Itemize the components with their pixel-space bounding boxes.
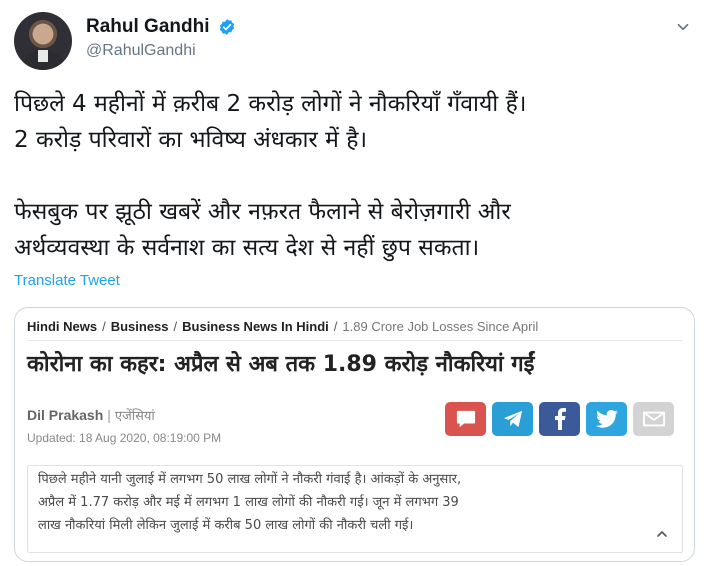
- twitter-icon: [595, 409, 618, 428]
- telegram-share-button[interactable]: [492, 402, 533, 436]
- tweet-line: 2 करोड़ परिवारों का भविष्य अंधकार में है…: [14, 127, 368, 153]
- tweet-body: पिछले 4 महीनों में क़रीब 2 करोड़ लोगों न…: [14, 86, 694, 266]
- verified-badge-icon: [219, 19, 234, 35]
- breadcrumb-item[interactable]: Business: [111, 319, 169, 334]
- tweet-line: अर्थव्यवस्था के सर्वनाश का सत्य देश से न…: [14, 235, 480, 261]
- tweet-line: फेसबुक पर झूठी खबरें और नफ़रत फैलाने से …: [14, 199, 511, 225]
- breadcrumb: Hindi News / Business / Business News In Hin…: [27, 319, 538, 334]
- byline-separator: |: [107, 407, 111, 423]
- chevron-down-icon[interactable]: [674, 18, 692, 36]
- telegram-icon: [503, 410, 522, 428]
- twitter-share-button[interactable]: [586, 402, 627, 436]
- author-block: Rahul Gandhi @RahulGandhi: [86, 16, 236, 60]
- avatar[interactable]: [14, 12, 72, 70]
- excerpt-line: पिछले महीने यानी जुलाई में लगभग 50 लाख ल…: [38, 472, 462, 487]
- breadcrumb-current: 1.89 Crore Job Losses Since April: [342, 319, 539, 334]
- avatar-collar: [38, 50, 48, 62]
- breadcrumb-separator: /: [173, 319, 178, 334]
- divider: [27, 340, 682, 341]
- chevron-up-icon[interactable]: [654, 526, 670, 542]
- translate-tweet-link[interactable]: Translate Tweet: [14, 272, 120, 289]
- article-headline[interactable]: कोरोना का कहर: अप्रैल से अब तक 1.89 करोड…: [27, 348, 534, 378]
- tweet-line: पिछले 4 महीनों में क़रीब 2 करोड़ लोगों न…: [14, 91, 527, 117]
- author-name[interactable]: Rahul Gandhi: [86, 16, 210, 38]
- article-agency: एजेंसियां: [114, 409, 155, 424]
- breadcrumb-separator: /: [102, 319, 106, 334]
- link-preview-card[interactable]: Hindi News / Business / Business News In Hin…: [14, 307, 695, 562]
- mail-share-button[interactable]: [633, 402, 674, 436]
- breadcrumb-item[interactable]: Business News In Hindi: [182, 319, 329, 334]
- comment-share-button[interactable]: [445, 402, 486, 436]
- breadcrumb-separator: /: [333, 319, 338, 334]
- facebook-share-button[interactable]: [539, 402, 580, 436]
- comment-icon: [456, 410, 475, 428]
- tweet-header: Rahul Gandhi @RahulGandhi: [14, 12, 694, 72]
- facebook-icon: [554, 408, 566, 430]
- excerpt-line: अप्रैल में 1.77 करोड़ और मई में लगभग 1 ल…: [38, 495, 459, 510]
- mail-icon: [642, 411, 665, 427]
- article-author[interactable]: Dil Prakash: [27, 407, 103, 423]
- article-excerpt: पिछले महीने यानी जुलाई में लगभग 50 लाख ल…: [27, 465, 683, 553]
- updated-timestamp: Updated: 18 Aug 2020, 08:19:00 PM: [27, 431, 222, 445]
- breadcrumb-item[interactable]: Hindi News: [27, 319, 97, 334]
- byline: Dil Prakash | एजेंसियां: [27, 406, 155, 424]
- excerpt-line: लाख नौकरियां मिली लेकिन जुलाई में करीब 5…: [38, 518, 414, 533]
- author-handle[interactable]: @RahulGandhi: [86, 42, 236, 60]
